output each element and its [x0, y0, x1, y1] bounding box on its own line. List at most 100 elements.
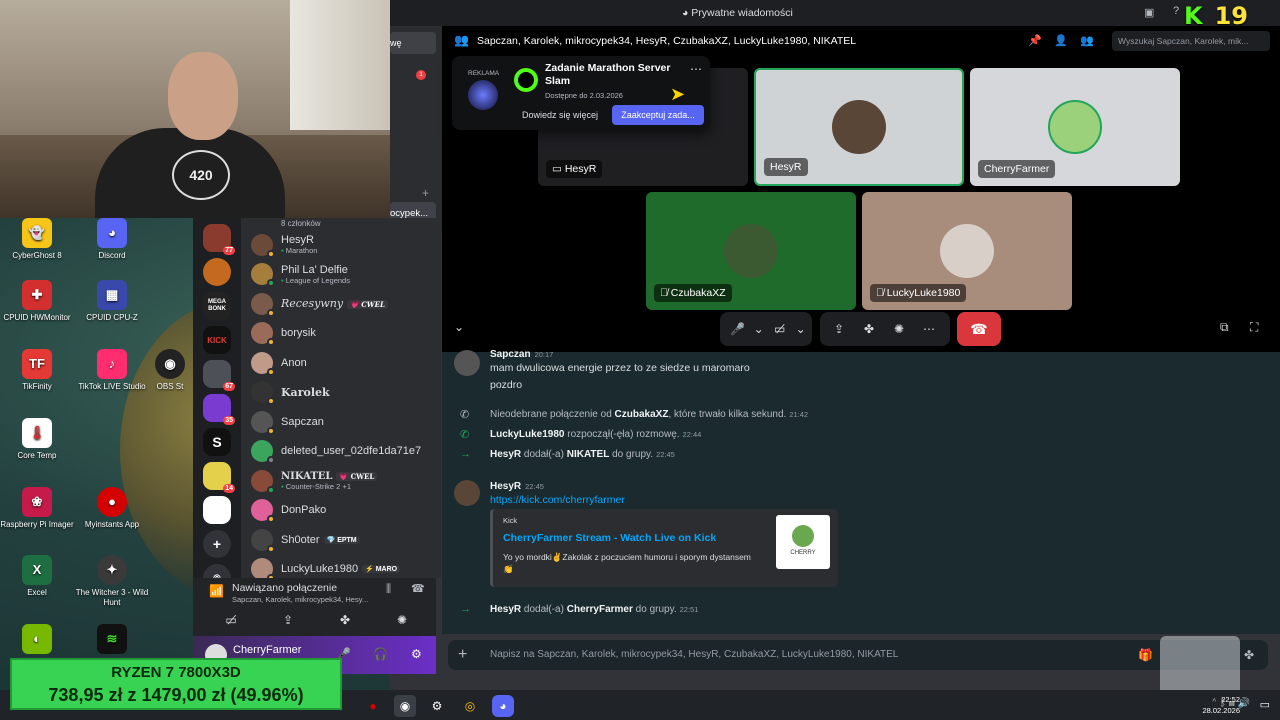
video-tile-czubakaxz[interactable]: 🎙̸ CzubakaXZ	[646, 192, 856, 310]
screen-share-button[interactable]: ⇪	[826, 316, 852, 342]
member-item[interactable]: Sapczan	[241, 407, 441, 437]
pin-icon[interactable]: 📌	[1028, 34, 1042, 47]
member-item[interactable]: borysik	[241, 319, 441, 349]
desktop-icon-tikfinity[interactable]: TF TikFinity	[0, 349, 77, 392]
system-user[interactable]: HesyR	[490, 604, 521, 615]
activities-button[interactable]: ✤	[334, 610, 356, 630]
member-item[interactable]: Phil La' Delfie ▪ League of Legends	[241, 260, 441, 290]
myinstants-taskbar-icon[interactable]: ●	[362, 695, 384, 717]
server-icon[interactable]	[203, 258, 231, 286]
embed-thumbnail[interactable]: CHERRY	[776, 515, 830, 569]
member-item[interactable]: Sh0oter 💎 EPTM	[241, 525, 441, 555]
system-user[interactable]: LuckyLuke1980	[490, 429, 565, 440]
video-tile-luckyluke[interactable]: 🎙̸ LuckyLuke1980	[862, 192, 1072, 310]
server-icon[interactable]: 77	[203, 224, 235, 255]
collapse-chevron-icon[interactable]: ⌄	[454, 320, 464, 334]
video-tile-cherryfarmer[interactable]: CherryFarmer	[970, 68, 1180, 186]
popout-icon[interactable]: ⧉	[1220, 320, 1229, 335]
search-input[interactable]: Wyszukaj Sapczan, Karolek, mik...	[1112, 31, 1270, 51]
voice-channel-name[interactable]: Sapczan, Karolek, mikrocypek34, Hesy...	[232, 595, 382, 604]
soundboard-button[interactable]: ✺	[391, 610, 413, 630]
friends-button[interactable]: wę	[390, 32, 436, 54]
more-options-button[interactable]: ⋯	[916, 316, 942, 342]
activities-button[interactable]: ✤	[856, 316, 882, 342]
embed-provider[interactable]: Kick	[503, 516, 517, 525]
server-icon[interactable]	[203, 496, 231, 524]
voice-status-title[interactable]: Nawiązano połączenie	[232, 582, 337, 594]
more-icon[interactable]: ⋯	[690, 62, 702, 76]
server-icon[interactable]: 14	[203, 462, 235, 493]
desktop-icon-cyberghost[interactable]: 👻 CyberGhost 8	[0, 218, 77, 261]
settings-gear-icon[interactable]: ⚙	[411, 647, 422, 661]
gift-icon[interactable]: 🎁	[1138, 648, 1153, 662]
camera-options-chevron-icon[interactable]: ⌄	[795, 316, 806, 342]
desktop-icon-hwmonitor[interactable]: ✚ CPUID HWMonitor	[0, 280, 77, 323]
camera-off-button[interactable]: ▭̸	[768, 316, 791, 342]
learn-more-button[interactable]: Dowiedz się więcej	[516, 105, 604, 125]
headphones-icon[interactable]: 🎧	[373, 647, 388, 661]
disconnect-button[interactable]: ☎	[957, 312, 1001, 346]
desktop-icon-razer[interactable]: ≋	[72, 624, 152, 657]
member-item[interactable]: NIKATEL 💗 CWEL ▪ Counter-Strike 2 +1	[241, 466, 441, 496]
apps-icon[interactable]: ✤	[1244, 648, 1254, 662]
message-author[interactable]: HesyR	[490, 481, 521, 492]
message-author[interactable]: Sapczan	[490, 349, 531, 360]
member-activity-text: League of Legends	[285, 275, 350, 285]
server-icon[interactable]: S	[203, 428, 231, 456]
member-item[interactable]: deleted_user_02dfe1da71e7	[241, 437, 441, 467]
noise-suppression-icon[interactable]: ⫼	[386, 583, 391, 596]
desktop-icon-coretemp[interactable]: 🌡 Core Temp	[0, 418, 77, 461]
add-friends-icon[interactable]: 👤	[1054, 34, 1068, 47]
desktop-icon-discord[interactable]: ◕ Discord	[72, 218, 152, 261]
mic-options-chevron-icon[interactable]: ⌄	[753, 316, 764, 342]
create-dm-icon[interactable]: +	[422, 186, 429, 200]
attach-plus-icon[interactable]: +	[458, 646, 467, 664]
inbox-icon[interactable]: ▣	[1144, 6, 1154, 19]
desktop-icon-nvidia[interactable]: ◐	[0, 624, 77, 657]
member-item[interactable]: HesyR ▪ Marathon	[241, 230, 441, 260]
member-item[interactable]: Karolek	[241, 378, 441, 408]
screen-share-button[interactable]: ⇪	[277, 610, 299, 630]
help-icon[interactable]: ?	[1173, 5, 1179, 17]
system-user[interactable]: CzubakaXZ	[615, 409, 669, 420]
embed-title[interactable]: CherryFarmer Stream - Watch Live on Kick	[503, 532, 716, 544]
discord-taskbar-icon[interactable]: ◕	[492, 695, 514, 717]
disconnect-icon[interactable]: ☎	[411, 582, 425, 595]
taskbar-clock[interactable]: 22:52 28.02.2026	[1202, 694, 1240, 716]
system-user[interactable]: HesyR	[490, 449, 521, 460]
member-item[interactable]: DonPako	[241, 496, 441, 526]
video-tile-hesyr[interactable]: HesyR	[754, 68, 964, 186]
nvidia-icon: ◐	[22, 624, 52, 654]
desktop-icon-tiktok[interactable]: ♪ TikTok LIVE Studio	[72, 349, 152, 392]
desktop-icon-excel[interactable]: X Excel	[0, 555, 77, 598]
camera-button[interactable]: ▭̸	[220, 610, 242, 630]
folder-icon[interactable]: 67	[203, 360, 235, 391]
message-link[interactable]: https://kick.com/cherryfarmer	[490, 492, 625, 509]
desktop-icon-obs[interactable]: ◉ OBS St	[150, 349, 190, 392]
desktop-icon-cpuz[interactable]: ▦ CPUID CPU-Z	[72, 280, 152, 323]
server-icon[interactable]: 35	[203, 394, 235, 425]
username[interactable]: CherryFarmer	[233, 644, 301, 656]
settings-taskbar-icon[interactable]: ⚙	[426, 695, 448, 717]
notifications-icon[interactable]: ▭	[1260, 698, 1270, 711]
member-item[interactable]: Recesywny 💗 CWEL	[241, 289, 441, 319]
message-input[interactable]: Napisz na Sapczan, Karolek, mikrocypek34…	[490, 649, 898, 660]
accept-quest-button[interactable]: Zaakceptuj zada...	[612, 105, 704, 125]
obs-taskbar-icon[interactable]: ◉	[394, 695, 416, 717]
message-composer[interactable]: + Napisz na Sapczan, Karolek, mikrocypek…	[448, 640, 1268, 670]
member-item[interactable]: LuckyLuke1980 ⚡ MARO	[241, 555, 441, 578]
server-icon[interactable]: KICK	[203, 326, 231, 354]
desktop-icon-myinstants[interactable]: ● Myinstants App	[72, 487, 152, 530]
server-icon[interactable]: MEGA BONK	[203, 292, 231, 320]
member-item[interactable]: Anon	[241, 348, 441, 378]
chrome-taskbar-icon[interactable]: ◎	[459, 695, 481, 717]
system-user[interactable]: NIKATEL	[567, 449, 610, 460]
microphone-button[interactable]: 🎤	[726, 316, 749, 342]
soundboard-button[interactable]: ✺	[886, 316, 912, 342]
members-icon[interactable]: 👥	[1080, 34, 1094, 47]
desktop-icon-witcher[interactable]: ✦ The Witcher 3 - Wild Hunt	[72, 555, 152, 608]
add-server-icon[interactable]: +	[203, 530, 231, 558]
system-user[interactable]: CherryFarmer	[567, 604, 633, 615]
fullscreen-icon[interactable]: ⛶	[1250, 320, 1258, 335]
desktop-icon-raspberry[interactable]: ❀ Raspberry Pi Imager	[0, 487, 77, 530]
